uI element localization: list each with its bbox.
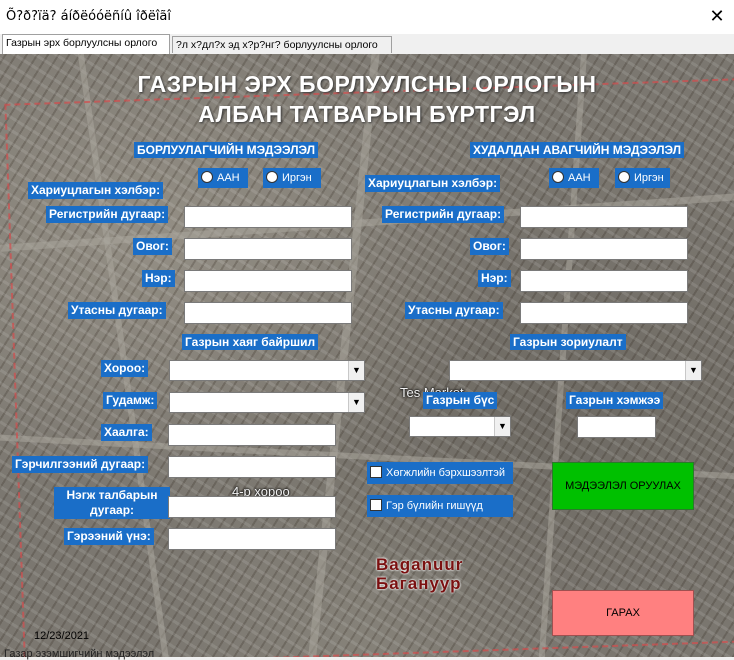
address-section-title: Газрын хаяг байршил [182,334,319,350]
seller-name-label: Нэр: [142,270,175,287]
land-type-label: Газрын бүс [423,392,498,409]
street-select[interactable]: ▼ [169,392,365,413]
family-member-checkbox[interactable]: Гэр бүлийн гишүүд [367,495,513,517]
form-title-line1: ГАЗРЫН ЭРХ БОРЛУУЛСНЫ ОРЛОГЫН [137,71,597,97]
chevron-down-icon[interactable]: ▼ [494,417,510,436]
buyer-name-input[interactable] [520,270,688,292]
map-label-city: Baganuur Багануур [376,555,464,593]
seller-radio-org[interactable]: ААН [198,168,248,188]
submit-button[interactable]: МЭДЭЭЛЭЛ ОРУУЛАХ [552,462,694,510]
land-type-select[interactable]: ▼ [409,416,511,437]
buyer-radio-citizen[interactable]: Иргэн [615,168,670,188]
seller-surname-input[interactable] [184,238,352,260]
land-purpose-section-title: Газрын зориулалт [510,334,626,350]
buyer-surname-label: Овог: [470,238,509,255]
buyer-ownership-label: Хариуцлагын хэлбэр: [365,175,501,192]
window-titlebar: Õ?ð?ïä? áíðëóóëñíû îðëîãî ✕ [0,0,734,34]
unit-area-label: Нэгж талбарын дугаар: [54,487,170,519]
radio-circle-icon [618,171,630,183]
certificate-input[interactable] [168,456,336,478]
tab-real-estate[interactable]: ?л х?дл?х эд х?р?нг? борлуулсны орлого [172,36,392,53]
buyer-surname-input[interactable] [520,238,688,260]
seller-register-label: Регистрийн дугаар: [46,206,169,223]
seller-phone-input[interactable] [184,302,352,324]
contract-price-label: Гэрээний үнэ: [64,528,154,545]
radio-circle-icon [201,171,213,183]
buyer-section-title: ХУДАЛДАН АВАГЧИЙН МЭДЭЭЛЭЛ [470,142,685,158]
checkbox-icon [370,499,382,511]
radio-circle-icon [552,171,564,183]
bottom-caption: Газар эзэмшигчийн мэдээлэл [4,648,155,660]
chevron-down-icon[interactable]: ▼ [348,393,364,412]
seller-section-title: БОРЛУУЛАГЧИЙН МЭДЭЭЛЭЛ [134,142,318,158]
buyer-phone-input[interactable] [520,302,688,324]
chevron-down-icon[interactable]: ▼ [685,361,701,380]
buyer-name-label: Нэр: [478,270,511,287]
seller-surname-label: Овог: [133,238,172,255]
window-title: Õ?ð?ïä? áíðëóóëñíû îðëîãî [6,9,172,24]
land-size-label: Газрын хэмжээ [566,392,664,409]
seller-ownership-label: Хариуцлагын хэлбэр: [28,182,164,199]
radio-circle-icon [266,171,278,183]
seller-phone-label: Утасны дугаар: [68,302,166,319]
close-icon[interactable]: ✕ [700,0,734,34]
khoroo-label: Хороо: [101,360,149,377]
disabled-checkbox[interactable]: Хөгжлийн бэрхшээлтэй [367,462,513,484]
buyer-register-label: Регистрийн дугаар: [382,206,505,223]
buyer-register-input[interactable] [520,206,688,228]
exit-button[interactable]: ГАРАХ [552,590,694,636]
land-purpose-select[interactable]: ▼ [449,360,702,381]
gate-input[interactable] [168,424,336,446]
chevron-down-icon[interactable]: ▼ [348,361,364,380]
seller-radio-citizen[interactable]: Иргэн [263,168,321,188]
land-size-input[interactable] [577,416,656,438]
gate-label: Хаалга: [101,424,152,441]
buyer-radio-org[interactable]: ААН [549,168,599,188]
tab-land-rights[interactable]: Газрын эрх борлуулсны орлого [2,34,170,55]
form-title-line2: АЛБАН ТАТВАРЫН БҮРТГЭЛ [198,101,536,127]
date-label: 12/23/2021 [34,630,90,642]
contract-price-input[interactable] [168,528,336,550]
buyer-phone-label: Утасны дугаар: [405,302,503,319]
checkbox-icon [370,466,382,478]
seller-name-input[interactable] [184,270,352,292]
certificate-label: Гэрчилгээний дугаар: [12,456,149,473]
seller-register-input[interactable] [184,206,352,228]
khoroo-select[interactable]: ▼ [169,360,365,381]
tab-strip: Газрын эрх борлуулсны орлого ?л х?дл?х э… [0,34,734,55]
street-label: Гудамж: [103,392,158,409]
unit-area-input[interactable] [168,496,336,518]
